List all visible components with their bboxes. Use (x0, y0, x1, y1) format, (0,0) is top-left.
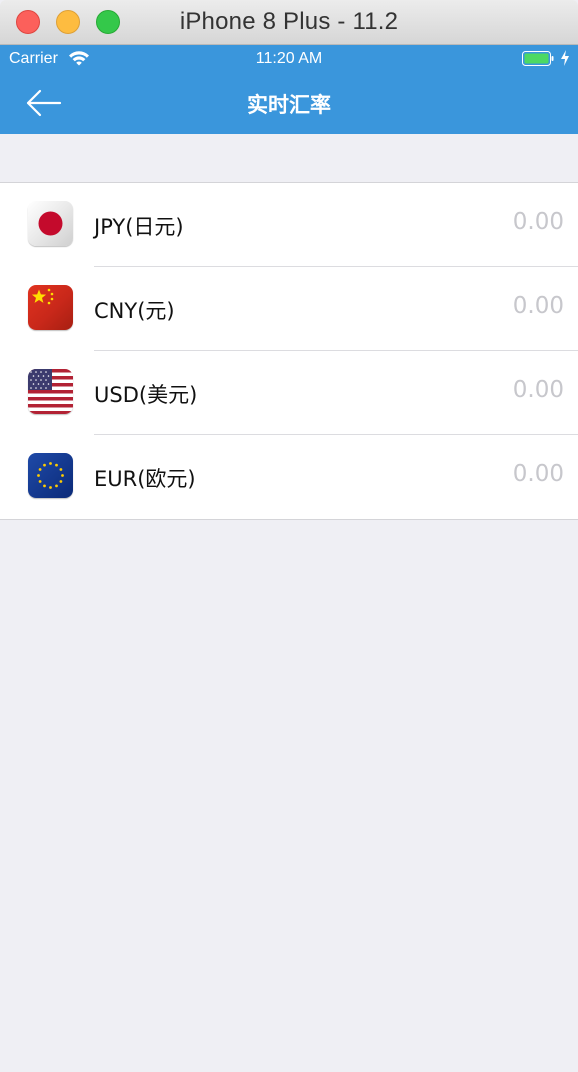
simulator-window: iPhone 8 Plus - 11.2 Carrier 11:20 AM 实时… (0, 0, 578, 1072)
currency-label: JPY(日元) (94, 215, 184, 239)
china-flag-icon (28, 285, 73, 330)
rate-value: 0.00 (512, 377, 564, 403)
currency-label: EUR(欧元) (94, 467, 196, 491)
rate-value: 0.00 (512, 209, 564, 235)
currency-list: JPY(日元) 0.00 CNY(元) 0.00 USD(美元) 0.00 EU… (0, 182, 578, 520)
charging-bolt-icon (561, 50, 569, 66)
usa-flag-icon (28, 369, 73, 414)
currency-row-cny[interactable]: CNY(元) 0.00 (0, 267, 578, 351)
page-title: 实时汇率 (247, 93, 331, 117)
battery-icon (522, 51, 554, 66)
rate-value: 0.00 (512, 461, 564, 487)
navigation-bar: 实时汇率 (0, 73, 578, 134)
currency-row-jpy[interactable]: JPY(日元) 0.00 (0, 183, 578, 267)
window-title: iPhone 8 Plus - 11.2 (179, 8, 399, 35)
currency-row-usd[interactable]: USD(美元) 0.00 (0, 351, 578, 435)
eu-flag-icon (28, 453, 73, 498)
window-title-bar: iPhone 8 Plus - 11.2 (0, 0, 578, 45)
status-time: 11:20 AM (255, 50, 323, 67)
currency-label: USD(美元) (94, 383, 198, 407)
rate-value: 0.00 (512, 293, 564, 319)
currency-label: CNY(元) (94, 299, 175, 323)
japan-flag-icon (28, 201, 73, 246)
currency-row-eur[interactable]: EUR(欧元) 0.00 (0, 435, 578, 519)
status-bar: Carrier 11:20 AM (0, 45, 578, 73)
